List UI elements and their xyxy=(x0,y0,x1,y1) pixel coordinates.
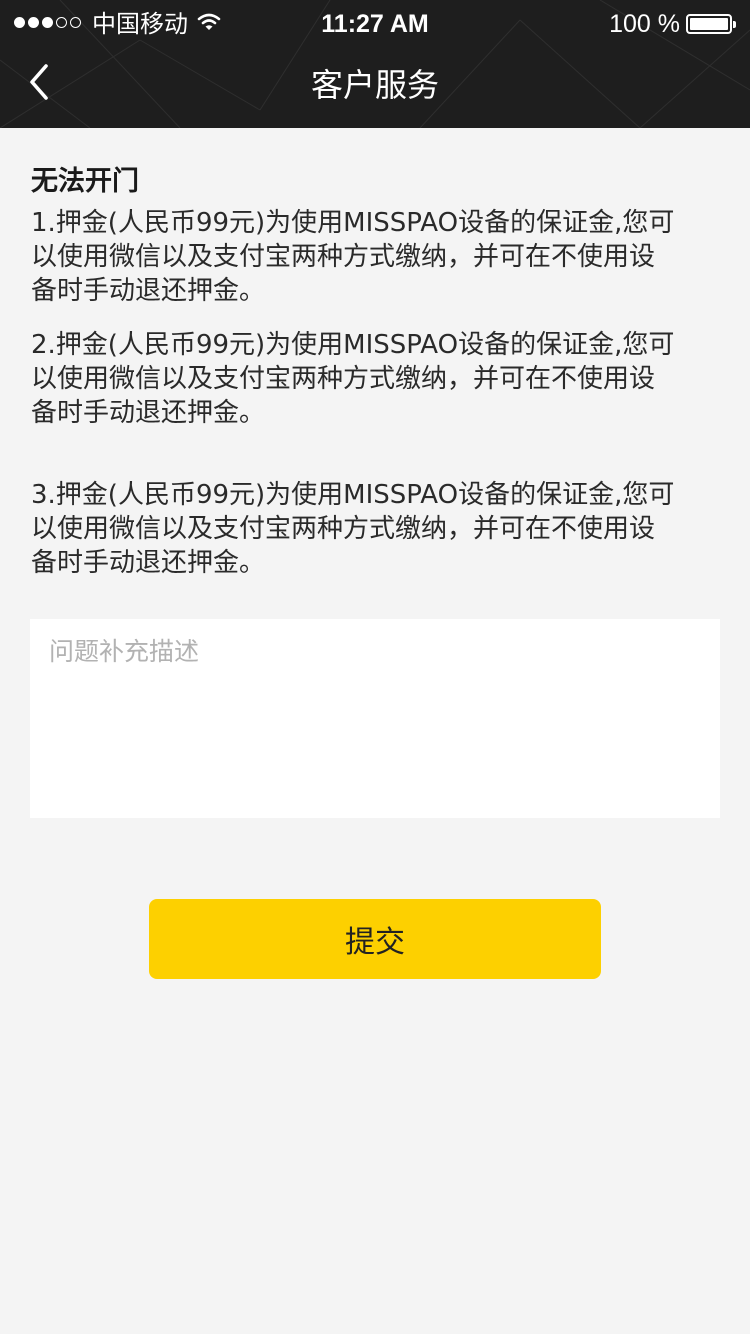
battery-icon xyxy=(686,14,736,34)
help-paragraph: 2.押金(人民币99元)为使用MISSPAO设备的保证金,您可 以使用微信以及支… xyxy=(31,330,675,428)
help-paragraph: 3.押金(人民币99元)为使用MISSPAO设备的保证金,您可 以使用微信以及支… xyxy=(31,480,675,578)
issue-heading: 无法开门 xyxy=(31,166,139,197)
submit-button[interactable]: 提交 xyxy=(149,899,601,979)
page-title: 客户服务 xyxy=(310,66,439,104)
battery-percentage: 100 % xyxy=(609,10,680,38)
battery-terminal xyxy=(733,21,736,28)
battery-level xyxy=(690,18,728,30)
help-content: 无法开门 1.押金(人民币99元)为使用MISSPAO设备的保证金,您可 以使用… xyxy=(31,160,726,580)
navigation-bar: 中国移动 11:27 AM 100 % 客户服务 xyxy=(0,0,750,128)
help-paragraph: 1.押金(人民币99元)为使用MISSPAO设备的保证金,您可 以使用微信以及支… xyxy=(31,208,675,306)
description-input[interactable] xyxy=(30,619,720,818)
status-bar: 中国移动 11:27 AM 100 % xyxy=(0,0,750,48)
